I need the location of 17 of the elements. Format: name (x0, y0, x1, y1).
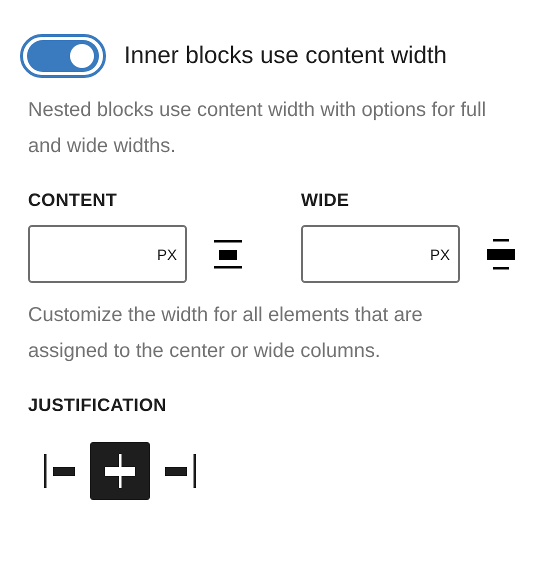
width-input[interactable]: PX (28, 225, 187, 283)
wide-width-icon (486, 238, 516, 270)
section-label: JUSTIFICATION (28, 395, 168, 416)
help-text: Customize the width for all elements that are assigned to the center or wide columns. (28, 303, 424, 364)
help-text: Nested blocks use content width with options for full and wide widths. (28, 98, 488, 159)
align-left-icon (44, 454, 76, 488)
field-label: CONTENT (28, 190, 118, 211)
toggle-label: Inner blocks use content width (124, 42, 447, 70)
justification-button[interactable] (90, 442, 150, 500)
toggle-switch[interactable] (20, 34, 106, 78)
width-input[interactable]: PX (301, 225, 460, 283)
align-center-icon (104, 454, 136, 488)
unit-label: PX (430, 246, 450, 264)
content-width-icon (213, 239, 243, 269)
align-right-icon (164, 454, 196, 488)
unit-label: PX (156, 246, 177, 264)
field-label: WIDE (301, 190, 350, 211)
